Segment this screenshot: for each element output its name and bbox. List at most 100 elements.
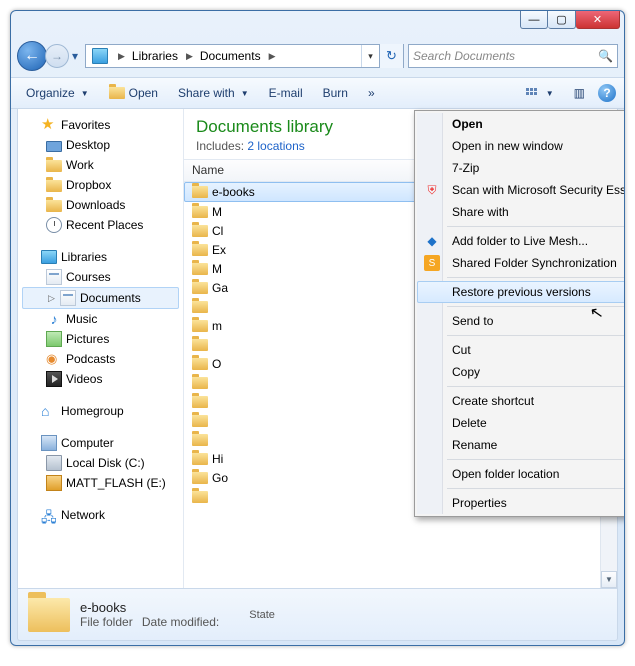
collapse-icon[interactable]	[28, 253, 37, 262]
ctx-copy[interactable]: Copy	[417, 361, 625, 383]
nav-flash-drive[interactable]: MATT_FLASH (E:)	[18, 473, 183, 493]
folder-icon	[192, 301, 208, 313]
maximize-button[interactable]: ▢	[548, 11, 576, 29]
ctx-open-new-window[interactable]: Open in new window	[417, 135, 625, 157]
ctx-cut[interactable]: Cut	[417, 339, 625, 361]
ctx-live-mesh[interactable]: ◆Add folder to Live Mesh...	[417, 230, 625, 252]
document-icon	[60, 290, 76, 306]
refresh-button[interactable]: ↻	[379, 44, 403, 68]
address-dropdown[interactable]: ▾	[361, 45, 379, 67]
chevron-icon[interactable]: ▶	[266, 51, 279, 62]
minimize-button[interactable]: —	[520, 11, 548, 29]
folder-icon	[192, 415, 208, 427]
history-dropdown[interactable]: ▾	[69, 45, 81, 67]
folder-icon	[192, 186, 208, 198]
forward-button[interactable]: →	[45, 44, 69, 68]
folder-icon	[192, 472, 208, 484]
nav-courses[interactable]: Courses	[18, 267, 183, 287]
ctx-restore-previous[interactable]: Restore previous versions	[417, 281, 625, 303]
nav-pictures[interactable]: Pictures	[18, 329, 183, 349]
ctx-create-shortcut[interactable]: Create shortcut	[417, 390, 625, 412]
share-with-button[interactable]: Share with▼	[171, 83, 256, 103]
mesh-icon: ◆	[424, 233, 440, 249]
nav-arrows: ← → ▾	[17, 41, 81, 71]
nav-local-disk[interactable]: Local Disk (C:)	[18, 453, 183, 473]
ctx-delete[interactable]: Delete	[417, 412, 625, 434]
ctx-open-location[interactable]: Open folder location	[417, 463, 625, 485]
homegroup-group[interactable]: ⌂Homegroup	[18, 401, 183, 421]
window-controls: — ▢ ✕	[520, 11, 620, 29]
separator	[447, 386, 625, 387]
video-icon	[46, 371, 62, 387]
includes-link[interactable]: 2 locations	[247, 139, 304, 153]
toolbar-overflow[interactable]: »	[361, 83, 382, 103]
navigation-pane[interactable]: ★Favorites Desktop Work Dropbox Download…	[18, 109, 184, 588]
address-bar[interactable]: ▶ Libraries ▶ Documents ▶ ▾ ↻	[85, 44, 404, 68]
separator	[447, 459, 625, 460]
ctx-7zip[interactable]: 7-Zip▶	[417, 157, 625, 179]
folder-icon	[192, 282, 208, 294]
favorites-group[interactable]: ★Favorites	[18, 115, 183, 135]
breadcrumb-documents[interactable]: Documents	[196, 45, 266, 67]
explorer-body: ★Favorites Desktop Work Dropbox Download…	[17, 109, 618, 589]
search-box[interactable]: Search Documents 🔍	[408, 44, 618, 68]
ctx-properties[interactable]: Properties	[417, 492, 625, 514]
folder-icon	[192, 434, 208, 446]
ctx-shared-sync[interactable]: SShared Folder Synchronization▶	[417, 252, 625, 274]
back-button[interactable]: ←	[17, 41, 47, 71]
computer-group[interactable]: Computer	[18, 433, 183, 453]
libraries-group[interactable]: Libraries	[18, 247, 183, 267]
pictures-icon	[46, 331, 62, 347]
burn-button[interactable]: Burn	[316, 83, 355, 103]
close-button[interactable]: ✕	[576, 11, 620, 29]
nav-desktop[interactable]: Desktop	[18, 135, 183, 155]
recent-icon	[46, 217, 62, 233]
folder-icon	[192, 339, 208, 351]
nav-dropbox[interactable]: Dropbox	[18, 175, 183, 195]
desktop-icon	[46, 141, 62, 152]
details-type: File folder	[80, 615, 133, 629]
collapse-icon[interactable]	[28, 121, 37, 130]
document-icon	[46, 269, 62, 285]
nav-recent-places[interactable]: Recent Places	[18, 215, 183, 235]
folder-icon	[192, 225, 208, 237]
details-pane: e-books File folder Date modified: State	[17, 589, 618, 641]
ctx-rename[interactable]: Rename	[417, 434, 625, 456]
separator	[447, 306, 625, 307]
main-pane: Documents library Includes: 2 locations …	[184, 109, 617, 588]
separator	[447, 488, 625, 489]
view-button[interactable]: ▼	[519, 84, 561, 102]
chevron-icon[interactable]: ▶	[115, 51, 128, 62]
library-icon	[92, 48, 108, 64]
nav-work[interactable]: Work	[18, 155, 183, 175]
nav-videos[interactable]: Videos	[18, 369, 183, 389]
preview-pane-button[interactable]: ▥	[567, 83, 592, 103]
help-button[interactable]: ?	[598, 84, 616, 102]
search-icon: 🔍	[598, 49, 613, 63]
nav-downloads[interactable]: Downloads	[18, 195, 183, 215]
open-button[interactable]: Open	[102, 83, 165, 103]
scroll-down-button[interactable]: ▼	[601, 571, 617, 588]
nav-podcasts[interactable]: ◉Podcasts	[18, 349, 183, 369]
details-name: e-books	[80, 600, 219, 615]
nav-music[interactable]: ♪Music	[18, 309, 183, 329]
ctx-send-to[interactable]: Send to▶	[417, 310, 625, 332]
ctx-share-with[interactable]: Share with▶	[417, 201, 625, 223]
explorer-window: — ▢ ✕ ← → ▾ ▶ Libraries ▶ Documents ▶ ▾ …	[10, 10, 625, 646]
library-icon	[41, 250, 57, 264]
network-icon: 🖧	[41, 507, 57, 523]
nav-documents[interactable]: ▷Documents	[22, 287, 179, 309]
folder-icon	[28, 598, 70, 632]
network-group[interactable]: 🖧Network	[18, 505, 183, 525]
ctx-open[interactable]: Open	[417, 113, 625, 135]
expand-icon[interactable]: ▷	[47, 294, 56, 303]
breadcrumb-libraries[interactable]: Libraries	[128, 45, 183, 67]
disk-icon	[46, 455, 62, 471]
details-state-label: State	[249, 609, 275, 621]
chevron-icon[interactable]: ▶	[183, 51, 196, 62]
shield-icon: ⛨	[424, 182, 440, 198]
ctx-scan[interactable]: ⛨Scan with Microsoft Security Essentials…	[417, 179, 625, 201]
email-button[interactable]: E-mail	[262, 83, 310, 103]
organize-button[interactable]: Organize▼	[19, 83, 96, 103]
folder-icon	[192, 206, 208, 218]
